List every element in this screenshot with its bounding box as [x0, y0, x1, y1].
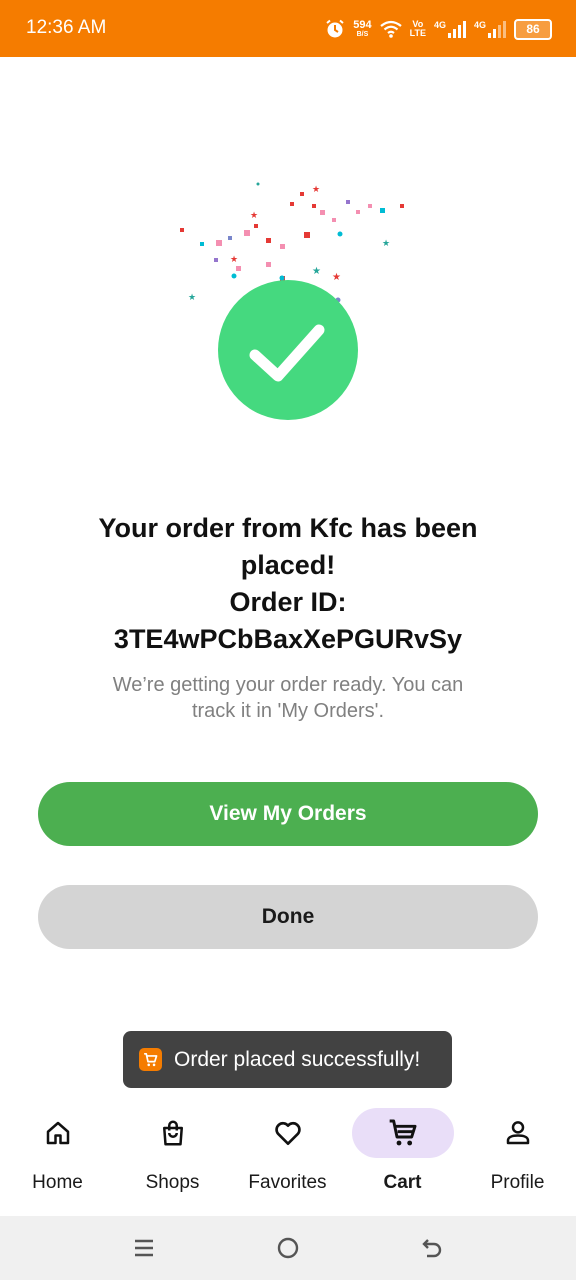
menu-icon: [135, 1239, 153, 1257]
recent-apps-button[interactable]: [128, 1232, 160, 1264]
order-id-value: 3TE4wPCbBaxXePGURvSy: [113, 624, 463, 654]
svg-text:★: ★: [312, 184, 320, 194]
done-button[interactable]: Done: [38, 885, 538, 949]
cart-icon: [389, 1119, 416, 1146]
toast-text: Order placed successfully!: [174, 1047, 421, 1071]
title-line-1: Your order from Kfc has been: [98, 513, 478, 543]
nav-label-favorites: Favorites: [248, 1172, 327, 1193]
nav-label-profile: Profile: [490, 1172, 545, 1193]
system-nav-bar: [0, 1216, 576, 1280]
nav-item-profile[interactable]: Profile: [460, 1098, 575, 1216]
volte-indicator: Vo LTE: [409, 19, 426, 38]
nav-label-shops: Shops: [145, 1172, 200, 1193]
svg-text:★: ★: [188, 292, 196, 302]
nav-item-cart[interactable]: Cart: [345, 1098, 460, 1216]
signal-icon: 4G: [434, 20, 466, 38]
bottom-nav: Home Shops Favorites Cart Profile: [0, 1098, 576, 1216]
nav-label-cart: Cart: [383, 1172, 422, 1193]
svg-text:★: ★: [230, 254, 238, 264]
status-icons: 594 B/S Vo LTE 4G 4G 86: [325, 14, 552, 44]
alarm-icon: [326, 19, 344, 38]
svg-text:★: ★: [382, 238, 390, 248]
nav-label-home: Home: [32, 1172, 83, 1193]
svg-text:★: ★: [250, 210, 258, 220]
circle-home-icon: [277, 1237, 299, 1259]
home-system-button[interactable]: [272, 1232, 304, 1264]
status-time: 12:36 AM: [26, 17, 107, 38]
wifi-icon: [379, 20, 402, 38]
cart-app-icon: [139, 1048, 162, 1071]
shopping-bag-icon: [162, 1120, 183, 1146]
nav-item-home[interactable]: Home: [0, 1098, 115, 1216]
nav-item-shops[interactable]: Shops: [115, 1098, 230, 1216]
signal-icon-2: 4G: [474, 20, 506, 38]
heart-icon: [274, 1121, 301, 1145]
nav-active-indicator: [351, 1108, 454, 1158]
toast-message: Order placed successfully!: [123, 1031, 452, 1088]
back-icon: [422, 1239, 442, 1258]
svg-text:★: ★: [312, 266, 321, 277]
order-id-label: Order ID:: [229, 587, 347, 617]
title-line-2: placed!: [240, 550, 336, 580]
battery-icon: 86: [514, 18, 552, 40]
order-placed-title: Your order from Kfc has been placed! Ord…: [60, 510, 516, 658]
back-system-button[interactable]: [416, 1232, 448, 1264]
order-subtitle: We’re getting your order ready. You can …: [112, 674, 464, 722]
profile-icon: [506, 1121, 529, 1145]
view-my-orders-button[interactable]: View My Orders: [38, 782, 538, 846]
check-circle-icon: [218, 280, 358, 420]
home-icon: [46, 1121, 69, 1145]
nav-item-favorites[interactable]: Favorites: [230, 1098, 345, 1216]
status-bar: 12:36 AM 594 B/S Vo LTE 4G 4G 86: [0, 0, 576, 57]
net-speed: 594 B/S: [353, 19, 372, 38]
